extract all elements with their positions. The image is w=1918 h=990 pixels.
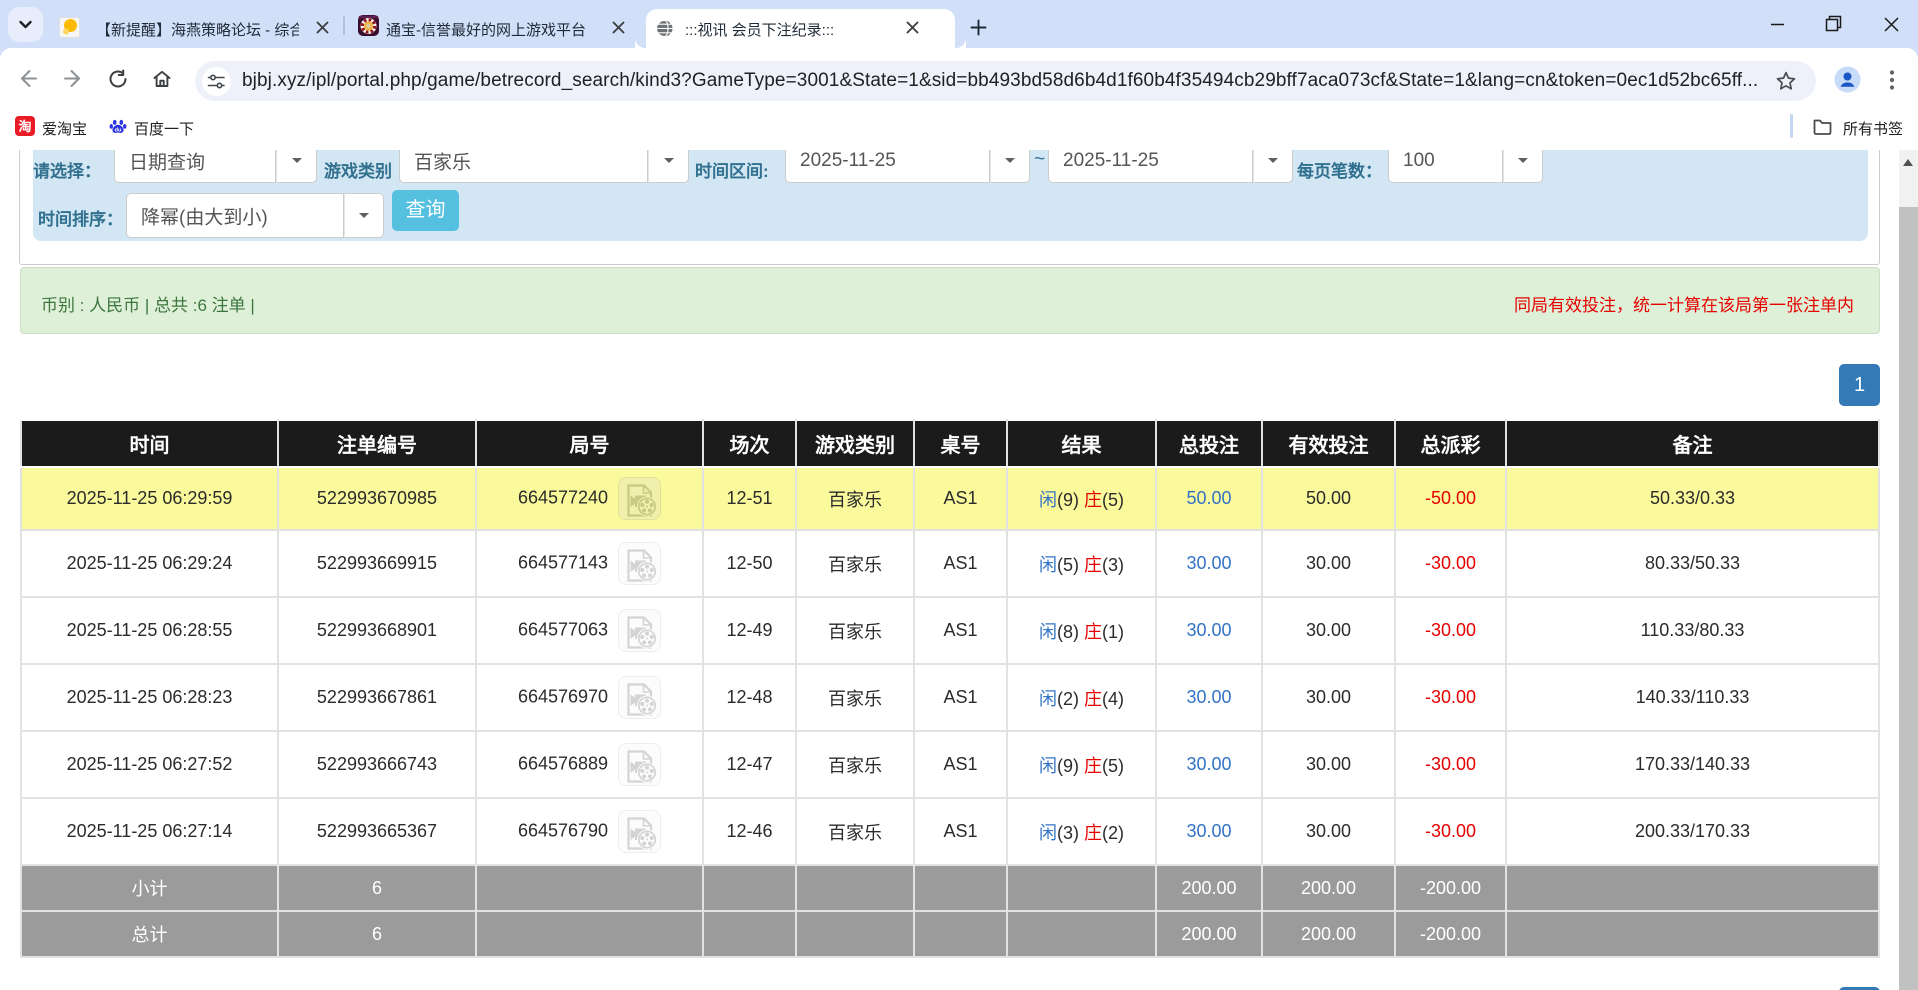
svg-text:du: du — [115, 127, 122, 133]
svg-text:淘: 淘 — [18, 119, 31, 134]
